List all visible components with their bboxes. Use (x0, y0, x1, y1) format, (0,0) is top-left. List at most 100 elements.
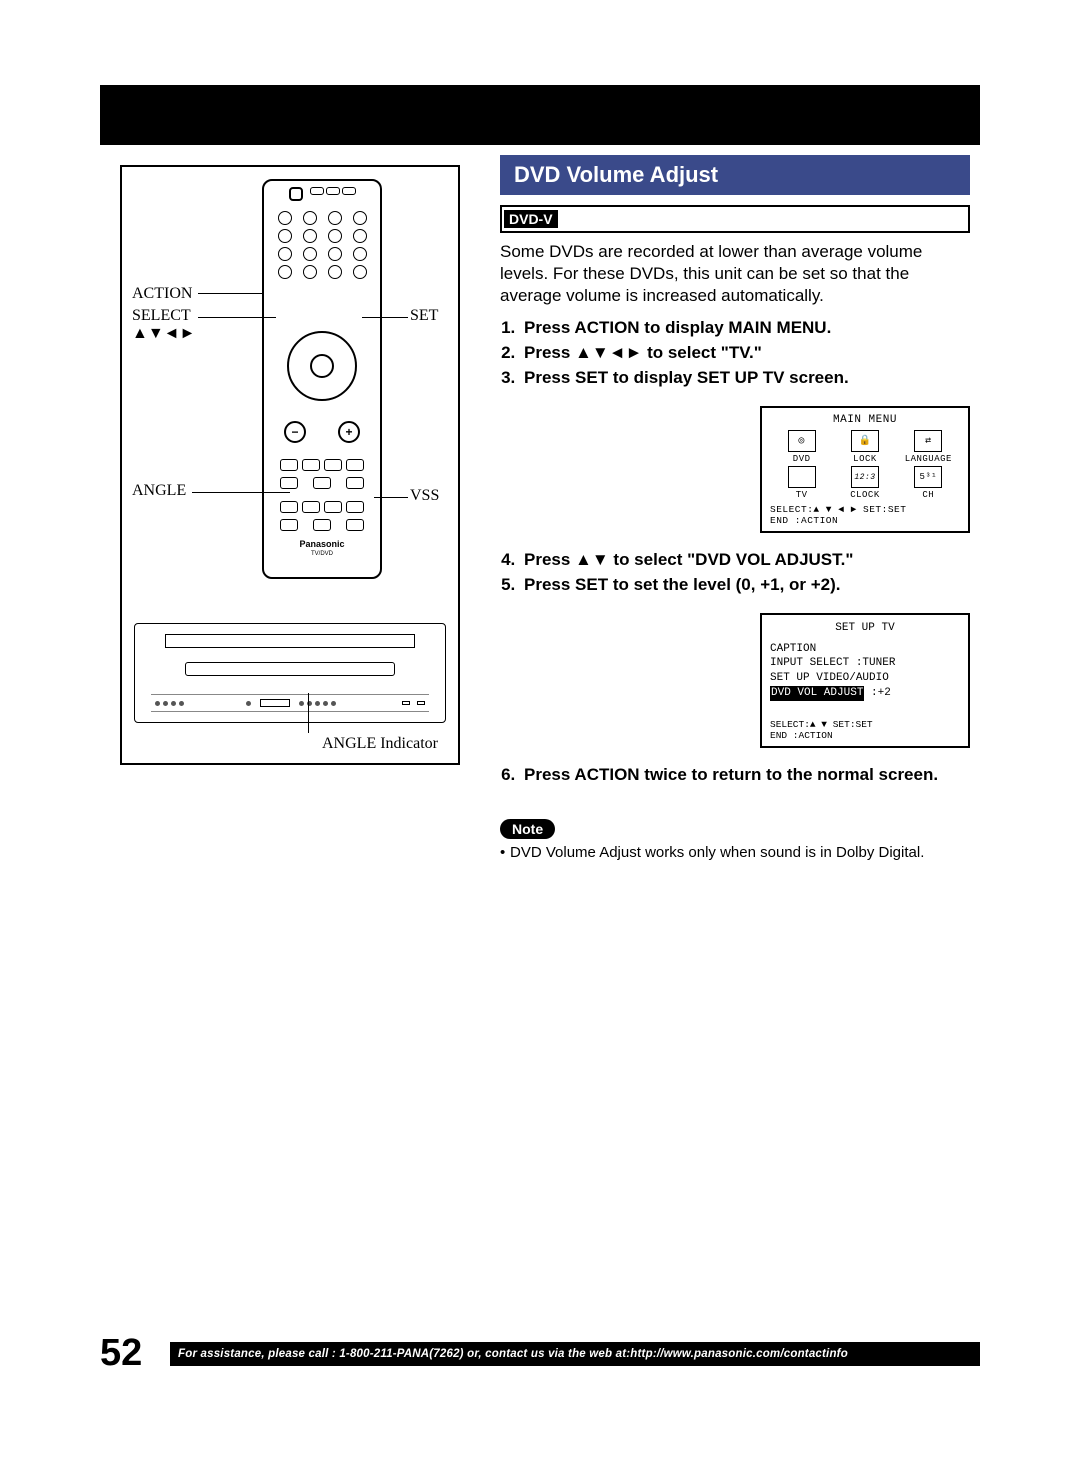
led-icon (179, 701, 184, 706)
page-header-band (100, 85, 980, 145)
action-btn (278, 265, 292, 279)
step-list: Press ACTION twice to return to the norm… (500, 764, 970, 787)
num-btn (353, 247, 367, 261)
leader-line (192, 492, 290, 493)
device-outline (134, 623, 446, 723)
menu-line: SET UP VIDEO/AUDIO (770, 671, 960, 686)
skip-back-icon (302, 459, 320, 471)
menu-item-label: CLOCK (834, 490, 897, 500)
menu-title: MAIN MENU (770, 414, 960, 426)
menu-footer-line: SELECT:▲ ▼ SET:SET (770, 719, 960, 730)
vss-icon (346, 501, 364, 513)
menu-footer-line: END :ACTION (770, 515, 960, 526)
mode-pill (342, 187, 356, 195)
menu-footer-line: END :ACTION (770, 730, 960, 741)
menu-line: CAPTION (770, 642, 960, 657)
callout-angle-indicator: ANGLE Indicator (322, 735, 438, 753)
num-btn (328, 265, 342, 279)
leader-line (308, 693, 309, 733)
menu-footer: SELECT:▲ ▼ ◄ ► SET:SET END :ACTION (770, 504, 960, 527)
step-item: Press SET to set the level (0, +1, or +2… (520, 574, 970, 597)
ch-icon: 5³¹ (914, 466, 942, 488)
leader-line (374, 497, 408, 498)
btn-icon (323, 701, 328, 706)
search-icon (313, 477, 331, 489)
num-btn (353, 229, 367, 243)
leader-line (198, 317, 276, 318)
numpad (274, 211, 370, 279)
play-icon (324, 459, 342, 471)
led-icon (171, 701, 176, 706)
skip-fwd-icon (346, 459, 364, 471)
setup-tv-screen: SET UP TV CAPTION INPUT SELECT :TUNER SE… (760, 613, 970, 748)
step-item: Press ACTION to display MAIN MENU. (520, 317, 970, 340)
num-btn (328, 229, 342, 243)
num-btn (353, 211, 367, 225)
num-btn (303, 229, 317, 243)
num-btn (303, 211, 317, 225)
section-title: DVD Volume Adjust (500, 155, 970, 195)
minus-icon: − (284, 421, 306, 443)
menu-item-label: LOCK (834, 454, 897, 464)
num-btn (303, 265, 317, 279)
transport-row2 (280, 477, 364, 489)
port-icon (402, 701, 410, 705)
menu-line: INPUT SELECT :TUNER (770, 656, 960, 671)
callout-set: SET (410, 307, 438, 325)
step-list: Press ▲▼ to select "DVD VOL ADJUST." Pre… (500, 549, 970, 597)
intro-paragraph: Some DVDs are recorded at lower than ave… (500, 241, 970, 307)
leader-line (198, 293, 264, 294)
remote-device-figure: − + (120, 165, 460, 765)
subtitle-icon (324, 501, 342, 513)
note-text: •DVD Volume Adjust works only when sound… (500, 843, 970, 863)
step-item: Press ▲▼ to select "DVD VOL ADJUST." (520, 549, 970, 572)
dvd-icon: ◎ (788, 430, 816, 452)
dvdv-label: DVD-V (504, 210, 558, 228)
feature-row2 (280, 519, 364, 531)
timer-icon (280, 519, 298, 531)
bullet-icon: • (500, 843, 510, 863)
illustration-panel: − + (120, 165, 460, 765)
device-slot (165, 634, 415, 648)
num-btn (278, 229, 292, 243)
remote-outline: − + (262, 179, 382, 579)
note-body: DVD Volume Adjust works only when sound … (510, 844, 924, 861)
zoom-icon (346, 519, 364, 531)
btn-icon (315, 701, 320, 706)
leader-line (362, 317, 408, 318)
display-window (260, 699, 290, 707)
callout-angle: ANGLE (132, 482, 186, 500)
led-icon (155, 701, 160, 706)
power-icon (289, 187, 303, 201)
mode-indicator: DVD-V (500, 205, 970, 233)
feature-row (280, 501, 364, 513)
num-btn (328, 211, 342, 225)
main-menu-screen: MAIN MENU ◎ DVD 🔒 LOCK ⇄ LANGUAGE (760, 406, 970, 533)
menu-item-label: TV (770, 490, 833, 500)
btn-icon (299, 701, 304, 706)
tv-icon (788, 466, 816, 488)
menu-title: SET UP TV (770, 621, 960, 636)
num-btn (278, 211, 292, 225)
callout-vss: VSS (410, 487, 439, 505)
chap-icon (346, 477, 364, 489)
num-btn (278, 247, 292, 261)
port-icon (417, 701, 425, 705)
callout-select: SELECT ▲▼◄► (132, 307, 195, 343)
instructions-column: DVD Volume Adjust DVD-V Some DVDs are re… (500, 155, 970, 862)
device-front-panel (151, 694, 429, 712)
btn-icon (331, 701, 336, 706)
angle-icon (302, 501, 320, 513)
step-list: Press ACTION to display MAIN MENU. Press… (500, 317, 970, 390)
menu-footer-line: SELECT:▲ ▼ ◄ ► SET:SET (770, 504, 960, 515)
num-btn (303, 247, 317, 261)
plus-icon: + (338, 421, 360, 443)
lock-icon: 🔒 (851, 430, 879, 452)
step-item: Press SET to display SET UP TV screen. (520, 367, 970, 390)
still-icon (280, 477, 298, 489)
audio-icon (280, 501, 298, 513)
menu-line-highlighted: DVD VOL ADJUST :+2 (770, 686, 960, 701)
return-icon (313, 519, 331, 531)
callout-action: ACTION (132, 285, 192, 303)
step-item: Press ACTION twice to return to the norm… (520, 764, 970, 787)
